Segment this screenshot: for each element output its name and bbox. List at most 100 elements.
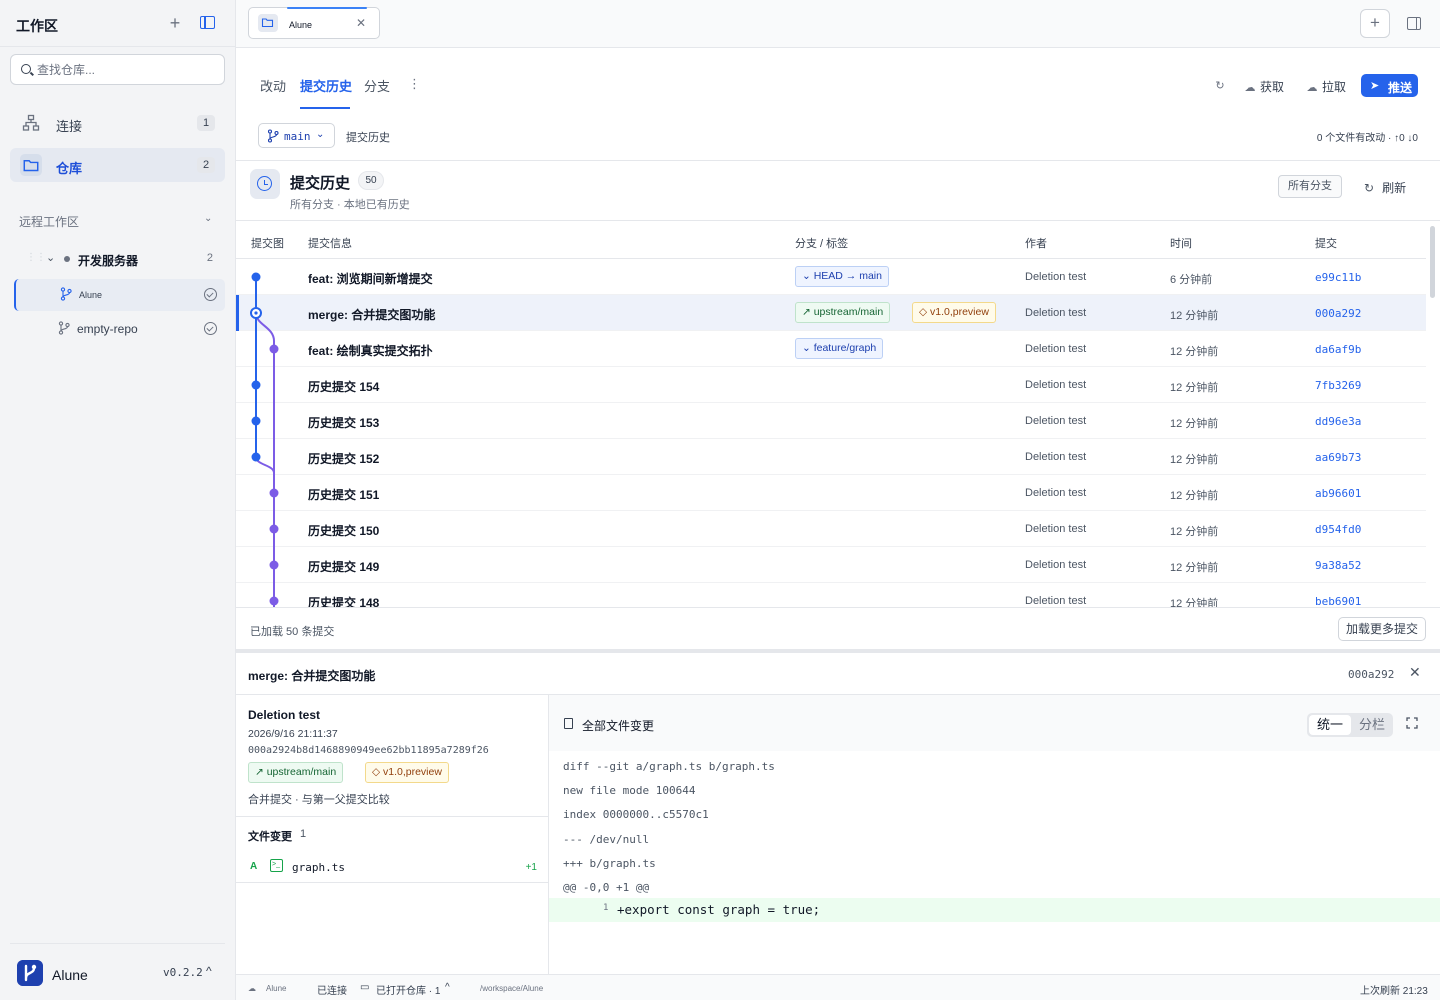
ref-badge[interactable]: ⌄ HEAD → main (795, 266, 889, 287)
ref-badge[interactable]: ◇ v1.0,preview (365, 762, 449, 783)
graph-node[interactable] (251, 452, 261, 462)
line-number: 1 (603, 903, 609, 913)
refresh-button[interactable]: ↻ 刷新 (1364, 179, 1406, 196)
diff-view-toggle: 统一 分栏 (1307, 713, 1393, 737)
terminal-file-icon: >_ (270, 859, 283, 872)
commit-hash[interactable]: d954fd0 (1315, 523, 1361, 536)
ref-badge[interactable]: ⌄ feature/graph (795, 338, 884, 359)
graph-node[interactable] (251, 380, 261, 390)
load-more-button[interactable]: 加载更多提交 (1338, 617, 1426, 641)
tab-history[interactable]: 提交历史 (300, 76, 352, 95)
commit-message: 历史提交 148 (308, 596, 380, 607)
fetch-button[interactable]: ☁ 获取 (1243, 78, 1285, 95)
col-author: 作者 (1025, 238, 1047, 250)
commit-detail-header: merge: 合并提交图功能 000a292 ✕ (236, 653, 1440, 695)
push-button[interactable]: ➤ 推送 (1361, 74, 1418, 97)
commit-row[interactable]: 历史提交 151 Deletion test 12 分钟前 ab96601 (236, 475, 1426, 511)
nav-repositories-label: 仓库 (56, 161, 83, 176)
chevron-down-icon[interactable]: ⌄ (204, 213, 212, 224)
drag-handle-icon[interactable]: ⋮⋮ (26, 252, 46, 263)
commit-row[interactable]: 历史提交 150 Deletion test 12 分钟前 d954fd0 (236, 511, 1426, 547)
commit-hash[interactable]: dd96e3a (1315, 415, 1361, 428)
commit-message: feat: 绘制真实提交拓扑 (308, 344, 433, 358)
server-dev[interactable]: ⋮⋮ ⌄ 开发服务器 2 (14, 246, 225, 272)
file-item[interactable]: A >_ graph.ts +1 (236, 853, 549, 883)
commit-message: 历史提交 154 (308, 380, 380, 394)
main-panel: Alune ✕ + 改动 提交历史 分支 ⋮ ↻ ☁ 获取 ☁ 拉取 ➤ 推送 ma… (236, 0, 1440, 1000)
commit-author: Deletion test (1025, 559, 1087, 571)
commit-hash[interactable]: e99c11b (1315, 271, 1361, 284)
close-icon[interactable]: ✕ (1409, 664, 1421, 681)
commit-time: 12 分钟前 (1170, 418, 1219, 430)
view-unified-button[interactable]: 统一 (1309, 715, 1351, 735)
commit-author: Deletion test (1025, 307, 1087, 319)
commit-hash[interactable]: 000a292 (1315, 307, 1361, 320)
right-panel-toggle-icon[interactable] (1407, 17, 1421, 30)
commit-list-scrollbar[interactable] (1430, 226, 1435, 298)
commit-meta-panel: Deletion test 2026/9/16 21:11:37 000a292… (236, 695, 549, 974)
repo-item-alune[interactable]: Alune (14, 279, 225, 311)
commit-message: 历史提交 151 (308, 488, 380, 502)
tab-branches[interactable]: 分支 (364, 76, 390, 95)
new-tab-button[interactable]: + (1360, 9, 1390, 38)
graph-node[interactable] (251, 272, 261, 282)
chevron-up-icon[interactable]: ^ (445, 982, 450, 993)
sync-button[interactable]: ↻ (1213, 78, 1230, 92)
ref-badge[interactable]: ↗ upstream/main (795, 302, 891, 323)
workspace-title: 工作区 (16, 18, 58, 34)
nav-connections[interactable]: 连接 1 (10, 106, 225, 140)
fullscreen-icon[interactable] (1406, 717, 1418, 729)
sidebar-toggle-icon[interactable] (200, 16, 215, 29)
graph-node[interactable] (269, 524, 279, 534)
commit-message: 历史提交 149 (308, 560, 380, 574)
chevron-up-icon[interactable]: ^ (206, 964, 212, 978)
ref-badge[interactable]: ↗ upstream/main (248, 762, 344, 783)
repo-search-box[interactable] (10, 54, 225, 85)
tab-changes[interactable]: 改动 (260, 76, 286, 95)
commit-row[interactable]: feat: 绘制真实提交拓扑 ⌄ feature/graph Deletion te… (236, 331, 1426, 367)
pull-button[interactable]: ☁ 拉取 (1305, 78, 1347, 95)
folder-icon (20, 154, 42, 176)
branch-name: main (284, 130, 311, 143)
close-icon[interactable]: ✕ (356, 16, 366, 30)
all-branches-button[interactable]: 所有分支 (1278, 175, 1342, 198)
repo-search-input[interactable] (37, 55, 217, 84)
status-connected: 已连接 (317, 986, 347, 997)
commit-hash[interactable]: 9a38a52 (1315, 559, 1361, 572)
app-name: Alune (52, 967, 88, 983)
add-workspace-button[interactable]: + (166, 13, 184, 33)
chevron-down-icon[interactable]: ⌄ (46, 251, 55, 264)
commit-row[interactable]: feat: 浏览期间新增提交 ⌄ HEAD → main Deletion test… (236, 259, 1426, 295)
refresh-icon: ↻ (1364, 181, 1375, 195)
commit-hash[interactable]: 7fb3269 (1315, 379, 1361, 392)
commit-row[interactable]: 历史提交 153 Deletion test 12 分钟前 dd96e3a (236, 403, 1426, 439)
commit-hash[interactable]: beb6901 (1315, 595, 1361, 607)
commit-hash[interactable]: aa69b73 (1315, 451, 1361, 464)
graph-node[interactable] (269, 560, 279, 570)
graph-node[interactable] (269, 596, 279, 606)
more-vertical-icon[interactable]: ⋮ (408, 76, 421, 92)
repo-item-empty-repo[interactable]: empty-repo (14, 313, 225, 345)
commit-hash[interactable]: da6af9b (1315, 343, 1361, 356)
push-label: 推送 (1388, 81, 1413, 95)
commit-row[interactable]: 历史提交 148 Deletion test 12 分钟前 beb6901 (236, 583, 1426, 607)
branch-selector[interactable]: main ⌄ (258, 123, 335, 148)
status-open-repos[interactable]: 已打开仓库 · 1 (376, 982, 440, 997)
view-split-button[interactable]: 分栏 (1353, 715, 1391, 735)
diff-header: 全部文件变更 统一 分栏 (549, 695, 1440, 751)
nav-repositories[interactable]: 仓库 2 (10, 148, 225, 182)
commit-hash[interactable]: ab96601 (1315, 487, 1361, 500)
repo-tab-alune[interactable]: Alune ✕ (248, 7, 380, 39)
server-label: 开发服务器 (78, 254, 139, 268)
commit-row[interactable]: 历史提交 152 Deletion test 12 分钟前 aa69b73 (236, 439, 1426, 475)
commit-row[interactable]: 历史提交 149 Deletion test 12 分钟前 9a38a52 (236, 547, 1426, 583)
graph-node[interactable] (269, 344, 279, 354)
history-title: 提交历史 (290, 175, 351, 192)
detail-hash[interactable]: 000a292 (1348, 668, 1394, 681)
ref-badge[interactable]: ◇ v1.0,preview (912, 302, 996, 323)
graph-node[interactable] (251, 416, 261, 426)
detail-full-hash[interactable]: 000a2924b8d1468890949ee62bb11895a7289f26 (248, 745, 489, 756)
commit-row[interactable]: merge: 合并提交图功能 ↗ upstream/main ◇ v1.0,prev… (236, 295, 1426, 331)
commit-row[interactable]: 历史提交 154 Deletion test 12 分钟前 7fb3269 (236, 367, 1426, 403)
graph-node[interactable] (269, 488, 279, 498)
